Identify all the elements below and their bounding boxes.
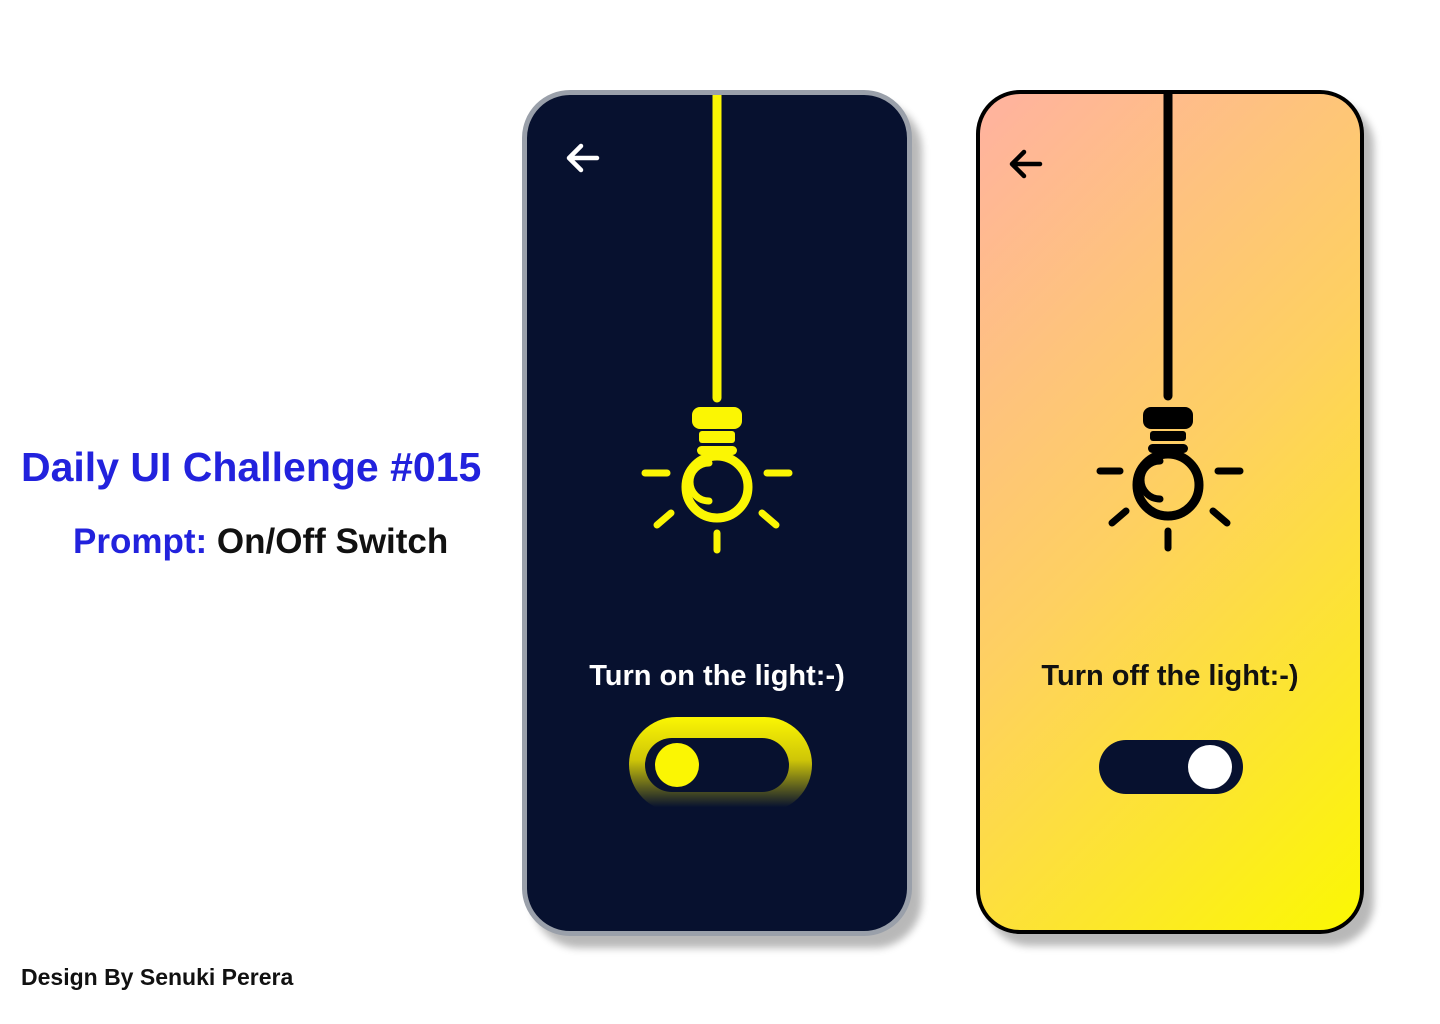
- designer-credit: Design By Senuki Perera: [21, 964, 294, 990]
- lightbulb-icon: [1096, 94, 1244, 552]
- lightbulb-icon: [641, 95, 793, 554]
- screen-label: Turn on the light:-): [589, 660, 845, 692]
- toggle-knob[interactable]: [655, 743, 699, 787]
- prompt-label: Prompt:: [73, 522, 208, 561]
- phone-screen-light: Turn off the light:-): [976, 90, 1364, 934]
- phone-screen-dark: Turn on the light:-): [522, 90, 912, 936]
- screen-label: Turn off the light:-): [1041, 660, 1299, 692]
- challenge-title: Daily UI Challenge #015: [21, 444, 482, 490]
- prompt-line: Prompt: On/Off Switch: [73, 522, 448, 562]
- toggle-switch-off[interactable]: [1099, 740, 1243, 794]
- toggle-knob[interactable]: [1188, 745, 1232, 789]
- toggle-switch-on[interactable]: [645, 738, 789, 792]
- prompt-value: On/Off Switch: [216, 522, 449, 561]
